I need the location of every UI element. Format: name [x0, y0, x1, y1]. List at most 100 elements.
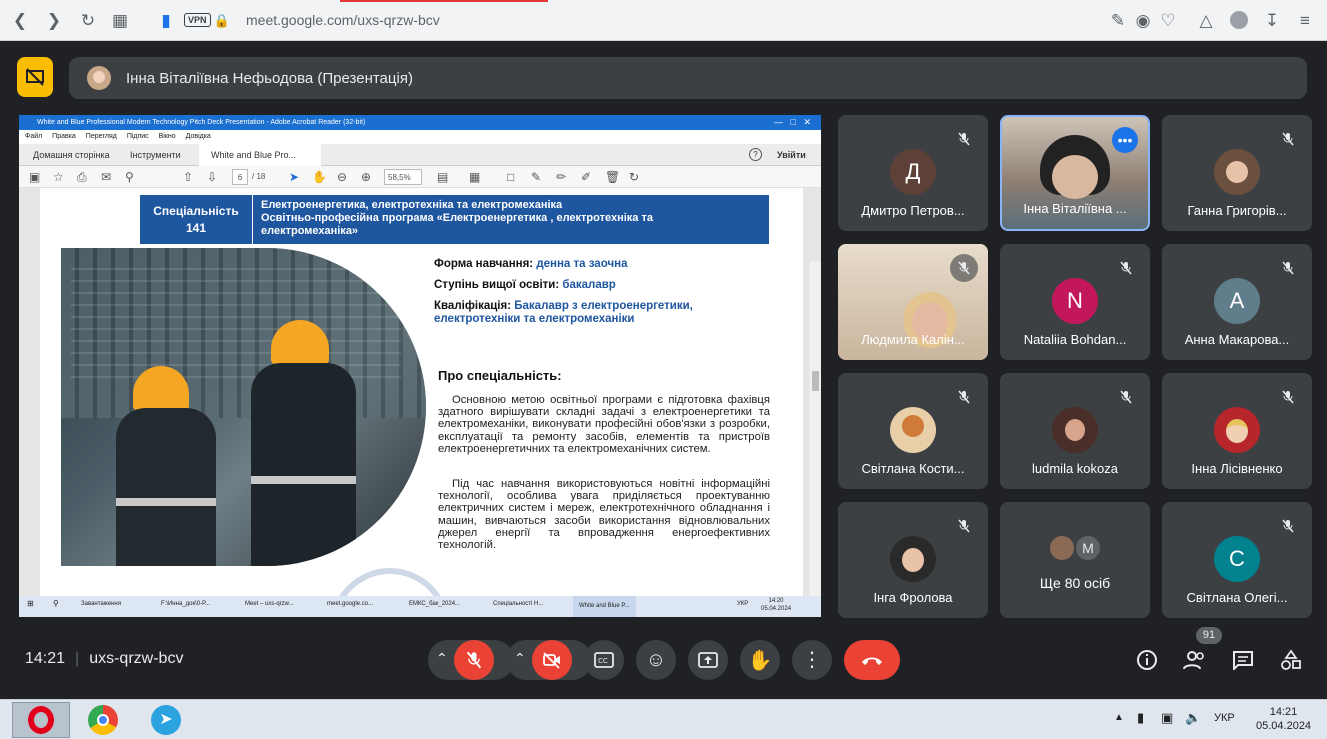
participant-tile[interactable]: Інга Фролова: [838, 502, 988, 618]
tabs-grid-icon[interactable]: ▦: [110, 11, 130, 31]
reactions-button[interactable]: ☺: [636, 640, 676, 680]
participant-tile[interactable]: А Анна Макарова...: [1162, 244, 1312, 360]
zoom-select[interactable]: 58,5%: [384, 169, 422, 185]
back-icon[interactable]: ❮: [10, 11, 30, 31]
activities-button[interactable]: [1274, 643, 1308, 677]
participant-tile[interactable]: Світлана Кости...: [838, 373, 988, 489]
participant-tile[interactable]: Людмила Калін...: [838, 244, 988, 360]
participant-tile[interactable]: Д Дмитро Петров...: [838, 115, 988, 231]
vpn-badge[interactable]: VPN: [184, 13, 211, 27]
search-icon[interactable]: ⚲: [125, 169, 134, 185]
participant-avatar: N: [1052, 278, 1098, 324]
page-number-input[interactable]: 6: [232, 169, 248, 185]
snapshot-icon[interactable]: ◉: [1133, 11, 1153, 31]
menu-icon[interactable]: ≡: [1295, 11, 1315, 31]
participant-name: Інна Лісівненко: [1191, 461, 1283, 476]
camera-options-chevron-icon[interactable]: ⌃: [514, 650, 526, 667]
url-path: uxs-qrzw-bcv: [357, 12, 440, 28]
menu-view[interactable]: Перегляд: [86, 133, 117, 140]
taskbar-emks: ЕМКС_бак_2024...: [409, 601, 461, 607]
participant-tile[interactable]: С Світлана Олегі...: [1162, 502, 1312, 618]
people-button[interactable]: [1178, 643, 1212, 677]
telegram-icon[interactable]: ➤: [151, 705, 181, 735]
page-down-icon[interactable]: ⇩: [207, 169, 217, 185]
search-taskbar-icon: ⚲: [53, 599, 59, 608]
menu-help[interactable]: Довідка: [186, 133, 211, 140]
opera-taskbar-button[interactable]: [12, 702, 70, 738]
network-icon[interactable]: ▣: [1161, 710, 1173, 726]
chrome-icon[interactable]: [88, 705, 118, 735]
mic-options-chevron-icon[interactable]: ⌃: [436, 650, 448, 667]
mic-toggle-button[interactable]: [454, 640, 494, 680]
cube-icon[interactable]: △: [1196, 11, 1216, 31]
edit-icon[interactable]: ✎: [1108, 11, 1128, 31]
participant-tile[interactable]: Інна Лісівненко: [1162, 373, 1312, 489]
tray-chevron-icon[interactable]: ▲: [1114, 712, 1124, 723]
more-options-icon[interactable]: •••: [1112, 127, 1138, 153]
heart-icon[interactable]: ♡: [1158, 11, 1178, 31]
chat-button[interactable]: [1226, 643, 1260, 677]
more-options-button[interactable]: ⋮: [792, 640, 832, 680]
cursor-icon[interactable]: ➤: [289, 169, 299, 185]
info-icon: [1137, 650, 1157, 670]
loading-indicator: [340, 0, 548, 2]
presentation-badge[interactable]: [17, 57, 53, 97]
present-screen-icon: [698, 652, 718, 668]
highlight-icon[interactable]: ✏: [556, 169, 566, 185]
about-paragraph-1: Основною метою освітньої програми є підг…: [438, 394, 770, 455]
raise-hand-button[interactable]: ✋: [740, 640, 780, 680]
star-icon[interactable]: ☆: [53, 169, 64, 185]
mail-icon[interactable]: ✉: [101, 169, 111, 185]
captions-button[interactable]: CC: [584, 640, 624, 680]
more-participants-tile[interactable]: M Ще 80 осіб: [1000, 502, 1150, 618]
reload-icon[interactable]: ↻: [78, 11, 98, 31]
forward-icon[interactable]: ❯: [44, 11, 64, 31]
tab-home[interactable]: Домашня сторінка: [21, 144, 122, 166]
more-participants-label: Ще 80 осіб: [1039, 575, 1111, 591]
menu-file[interactable]: Файл: [25, 133, 42, 140]
window-controls[interactable]: — □ ✕: [774, 115, 811, 130]
scroll-mode-icon[interactable]: ▦: [469, 169, 480, 185]
pen-icon[interactable]: ✎: [531, 169, 541, 185]
export-icon[interactable]: ▤: [437, 169, 448, 185]
help-icon[interactable]: ?: [749, 148, 762, 161]
sign-icon[interactable]: ✐: [581, 169, 591, 185]
menu-edit[interactable]: Правка: [52, 133, 76, 140]
mic-off-icon: [950, 254, 978, 282]
signin-button[interactable]: Увійти: [777, 144, 806, 166]
hand-icon[interactable]: ✋: [312, 169, 327, 185]
volume-icon[interactable]: 🔈: [1185, 710, 1201, 726]
leave-call-button[interactable]: [844, 640, 900, 680]
mic-off-icon: [1274, 254, 1302, 282]
document-scrollbar[interactable]: [810, 261, 821, 617]
rotate-icon[interactable]: ↻: [629, 169, 639, 185]
comment-icon[interactable]: □: [507, 169, 514, 185]
participant-tile[interactable]: ludmila kokoza: [1000, 373, 1150, 489]
language-indicator[interactable]: УКР: [1214, 712, 1235, 724]
tab-tools[interactable]: Інструменти: [118, 144, 193, 166]
participant-tile-active[interactable]: ••• Інна Віталіївна ...: [1000, 115, 1150, 231]
menu-window[interactable]: Вікно: [159, 133, 176, 140]
tab-document[interactable]: White and Blue Pro...: [199, 144, 321, 166]
address-bar[interactable]: meet.google.com/uxs-qrzw-bcv: [246, 12, 440, 28]
acrobat-titlebar: White and Blue Professional Modern Techn…: [19, 115, 821, 130]
battery-icon[interactable]: ▮: [1137, 710, 1144, 726]
camera-control-group: ⌃: [506, 640, 592, 680]
delete-icon[interactable]: 🗑: [605, 169, 620, 185]
present-button[interactable]: [688, 640, 728, 680]
page-up-icon[interactable]: ⇧: [183, 169, 193, 185]
profile-icon[interactable]: [1229, 11, 1249, 31]
zoom-out-icon[interactable]: ⊖: [337, 169, 347, 185]
zoom-in-icon[interactable]: ⊕: [361, 169, 371, 185]
participant-tile[interactable]: Ганна Григорів...: [1162, 115, 1312, 231]
print-icon[interactable]: ⎙: [77, 169, 87, 185]
menu-sign[interactable]: Підпис: [127, 133, 149, 140]
meeting-details-button[interactable]: [1130, 643, 1164, 677]
save-icon[interactable]: ▣: [29, 169, 40, 185]
system-clock[interactable]: 14:21 05.04.2024: [1256, 705, 1311, 733]
camera-toggle-button[interactable]: [532, 640, 572, 680]
participant-tile[interactable]: N Nataliia Bohdan...: [1000, 244, 1150, 360]
lock-icon[interactable]: 🔒: [212, 11, 232, 31]
qualification-value1: Бакалавр з електроенергетики,: [514, 300, 693, 312]
download-icon[interactable]: ↧: [1262, 11, 1282, 31]
